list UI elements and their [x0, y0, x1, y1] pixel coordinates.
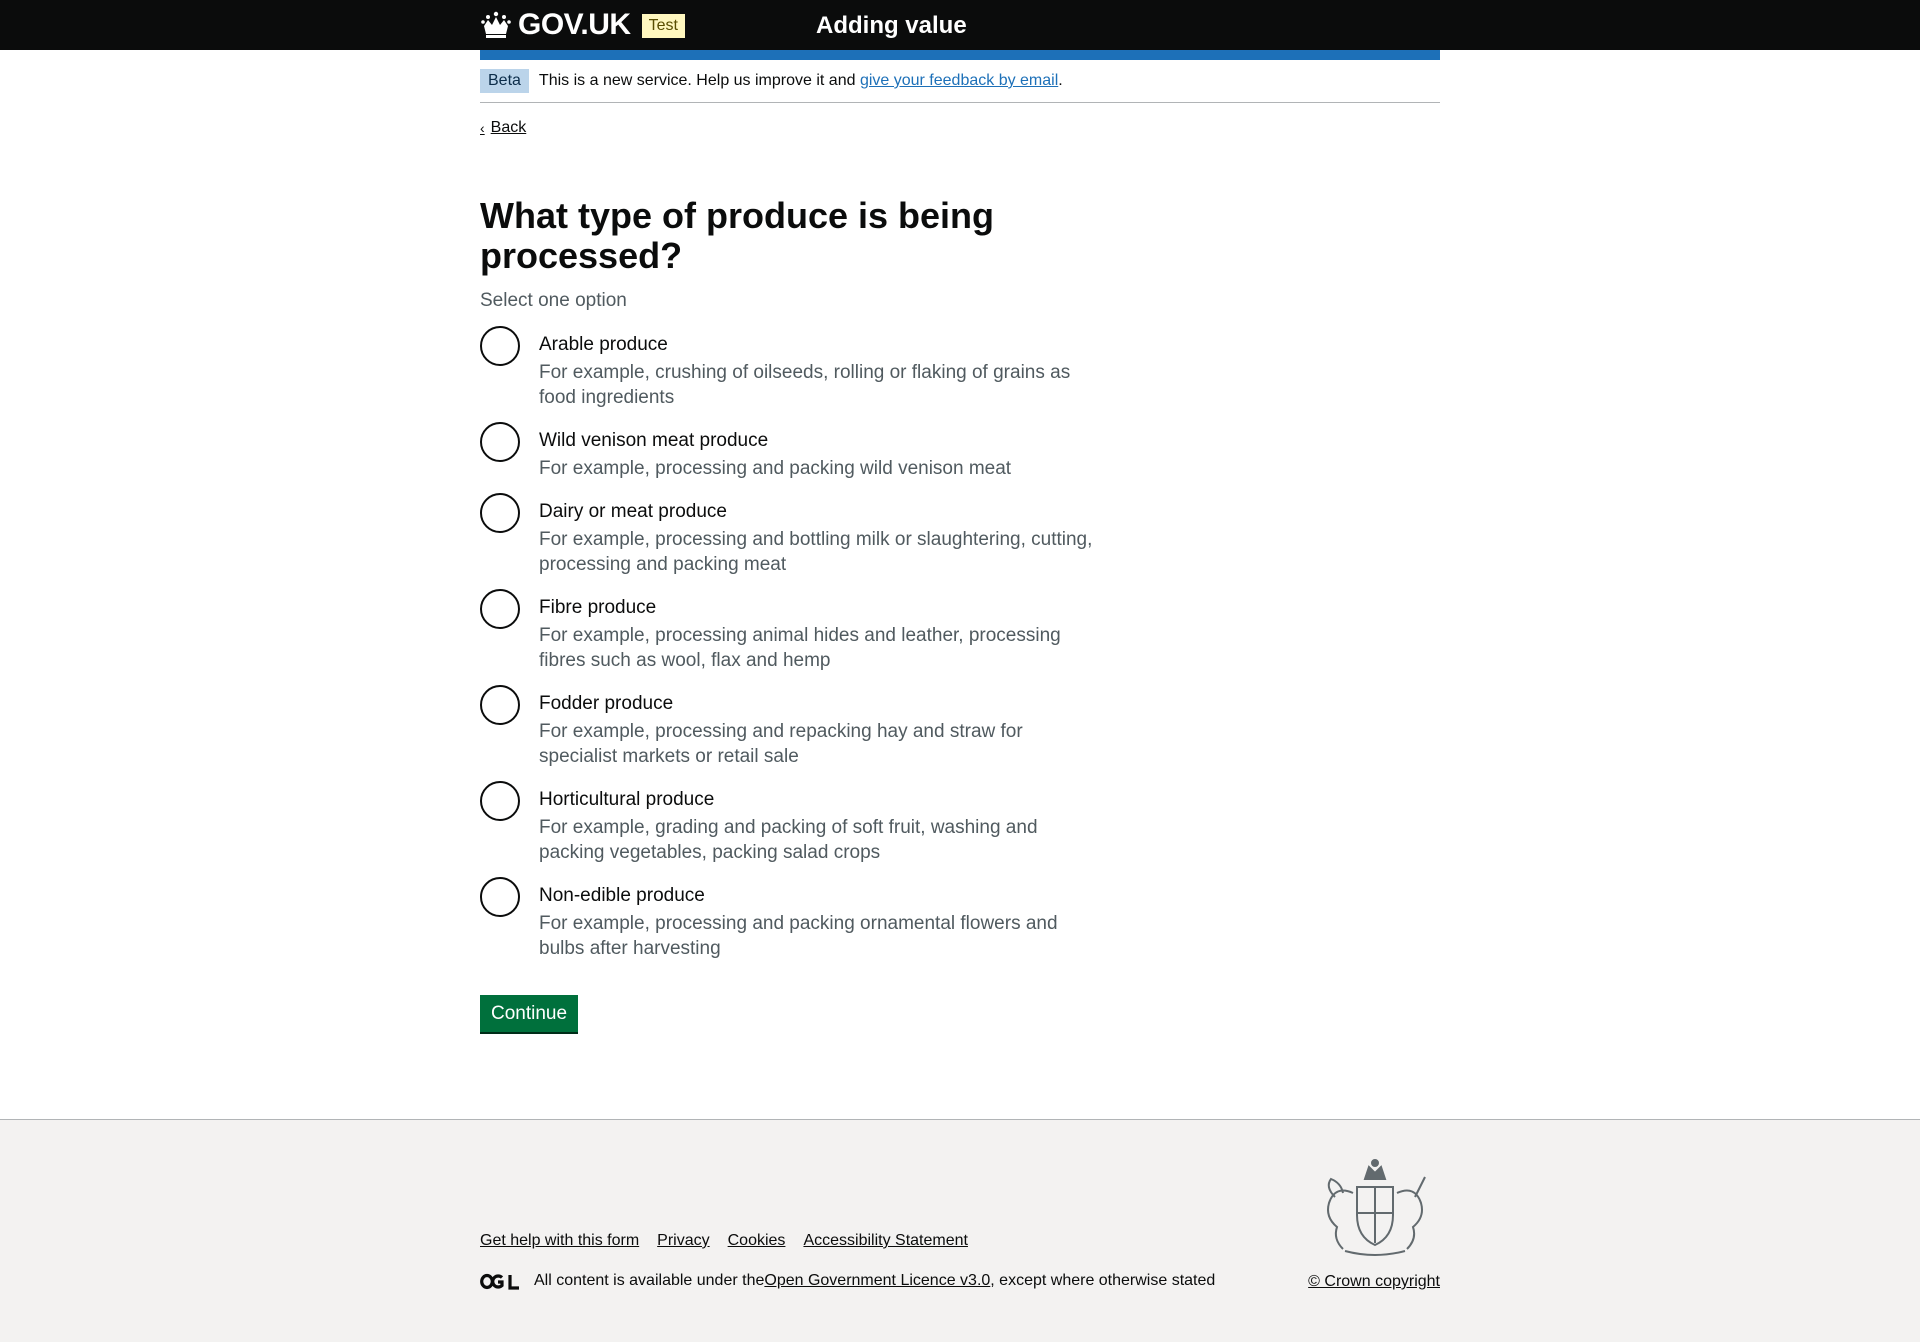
- footer-link-accessibility[interactable]: Accessibility Statement: [803, 1232, 968, 1250]
- radio-item-fodder[interactable]: Fodder produce For example, processing a…: [480, 685, 1440, 769]
- radio-button[interactable]: [480, 422, 520, 462]
- radio-text: Horticultural produce For example, gradi…: [539, 781, 1099, 865]
- radio-item-non-edible[interactable]: Non-edible produce For example, processi…: [480, 877, 1440, 961]
- radio-hint: For example, processing and packing wild…: [539, 458, 1012, 479]
- back-link-label: Back: [490, 119, 527, 136]
- radio-label[interactable]: Dairy or meat produce: [539, 501, 1099, 523]
- radio-text: Arable produce For example, crushing of …: [539, 326, 1099, 410]
- radio-hint: For example, processing and repacking ha…: [539, 721, 1023, 767]
- ogl-logo-icon: [480, 1273, 519, 1290]
- licence-suffix: , except where otherwise stated: [990, 1272, 1216, 1289]
- phase-banner-suffix: .: [1058, 72, 1063, 89]
- back-link[interactable]: ‹ Back: [480, 119, 526, 137]
- radio-text: Fodder produce For example, processing a…: [539, 685, 1099, 769]
- radio-label[interactable]: Arable produce: [539, 334, 1099, 356]
- royal-coat-of-arms-icon: [1327, 1159, 1426, 1256]
- radio-label[interactable]: Non-edible produce: [539, 885, 1099, 907]
- licence-prefix: All content is available under the: [534, 1272, 765, 1289]
- licence-link[interactable]: Open Government Licence v3.0: [764, 1272, 990, 1290]
- radio-button[interactable]: [480, 326, 520, 366]
- footer-link-privacy[interactable]: Privacy: [657, 1232, 709, 1250]
- radio-item-wild-venison[interactable]: Wild venison meat produce For example, p…: [480, 422, 1440, 481]
- radio-item-arable[interactable]: Arable produce For example, crushing of …: [480, 326, 1440, 410]
- licence-statement: All content is available under the Open …: [480, 1272, 1215, 1290]
- radio-label[interactable]: Horticultural produce: [539, 789, 1099, 811]
- radio-hint: For example, processing animal hides and…: [539, 625, 1061, 671]
- site-footer: Get help with this form Privacy Cookies …: [0, 1119, 1920, 1342]
- phase-banner-message: This is a new service. Help us improve i…: [538, 72, 860, 89]
- question-hint: Select one option: [480, 290, 627, 311]
- service-name-link[interactable]: Adding value: [816, 12, 967, 40]
- site-header: GOV.UK Test Adding value: [0, 0, 1920, 50]
- radio-label[interactable]: Fibre produce: [539, 597, 1099, 619]
- radio-button[interactable]: [480, 877, 520, 917]
- crown-icon: [481, 11, 511, 38]
- radio-button[interactable]: [480, 493, 520, 533]
- radio-text: Non-edible produce For example, processi…: [539, 877, 1099, 961]
- logo-text: GOV.UK: [518, 8, 631, 41]
- radio-button[interactable]: [480, 781, 520, 821]
- radio-text: Dairy or meat produce For example, proce…: [539, 493, 1099, 577]
- govuk-logo-link[interactable]: GOV.UK: [480, 8, 631, 42]
- radio-hint: For example, processing and packing orna…: [539, 913, 1058, 959]
- produce-radio-group: Arable produce For example, crushing of …: [480, 326, 1440, 961]
- page-title: What type of produce is being processed?: [480, 195, 995, 276]
- radio-item-horticultural[interactable]: Horticultural produce For example, gradi…: [480, 781, 1440, 865]
- chevron-left-icon: ‹: [480, 120, 485, 136]
- phase-banner: Beta This is a new service. Help us impr…: [480, 60, 1440, 103]
- footer-link-help[interactable]: Get help with this form: [480, 1232, 639, 1250]
- header-container: GOV.UK Test Adding value: [480, 0, 1440, 50]
- main-container: Beta This is a new service. Help us impr…: [480, 60, 1440, 1032]
- footer-links: Get help with this form Privacy Cookies …: [480, 1232, 968, 1250]
- phase-tag: Beta: [480, 69, 529, 93]
- radio-button[interactable]: [480, 589, 520, 629]
- footer-container: Get help with this form Privacy Cookies …: [480, 1120, 1440, 1342]
- radio-hint: For example, crushing of oilseeds, rolli…: [539, 362, 1071, 408]
- continue-button[interactable]: Continue: [480, 995, 579, 1032]
- footer-link-cookies[interactable]: Cookies: [728, 1232, 786, 1250]
- radio-item-fibre[interactable]: Fibre produce For example, processing an…: [480, 589, 1440, 673]
- radio-text: Fibre produce For example, processing an…: [539, 589, 1099, 673]
- radio-label[interactable]: Fodder produce: [539, 693, 1099, 715]
- crown-copyright-link[interactable]: © Crown copyright: [1308, 1273, 1440, 1290]
- feedback-link[interactable]: give your feedback by email: [860, 72, 1058, 89]
- header-accent-bar: [480, 50, 1440, 60]
- radio-hint: For example, grading and packing of soft…: [539, 817, 1038, 863]
- environment-tag: Test: [641, 14, 685, 38]
- radio-text: Wild venison meat produce For example, p…: [539, 422, 1099, 481]
- radio-item-dairy-meat[interactable]: Dairy or meat produce For example, proce…: [480, 493, 1440, 577]
- radio-button[interactable]: [480, 685, 520, 725]
- radio-hint: For example, processing and bottling mil…: [539, 529, 1093, 575]
- phase-banner-text: This is a new service. Help us improve i…: [539, 72, 1063, 90]
- crown-copyright: © Crown copyright: [1308, 1273, 1440, 1291]
- radio-label[interactable]: Wild venison meat produce: [539, 430, 1099, 452]
